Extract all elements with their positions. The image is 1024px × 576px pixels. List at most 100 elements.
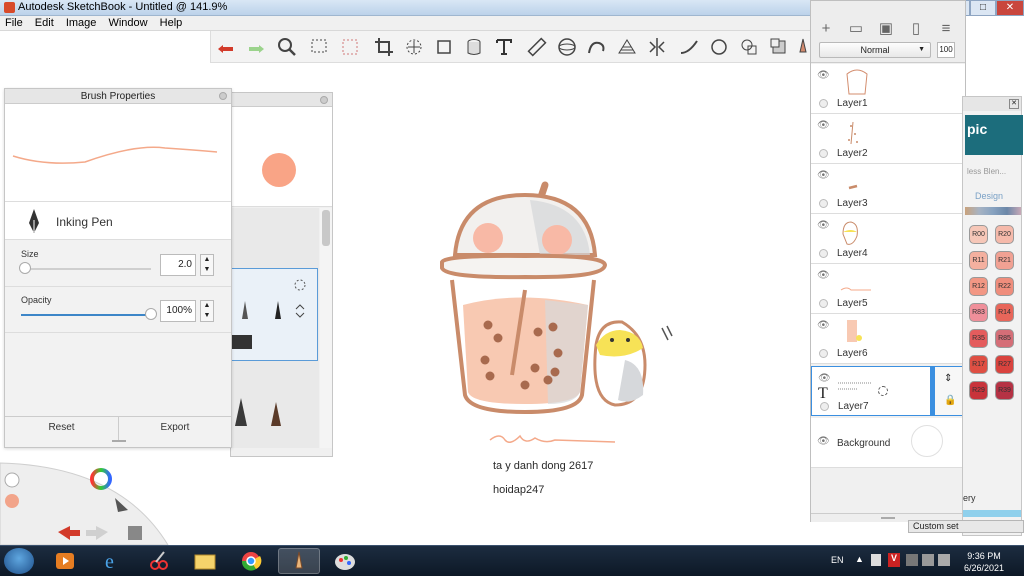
panel-close-dot[interactable] (219, 92, 227, 100)
eye-icon[interactable]: 👁 (817, 220, 830, 231)
menu-help[interactable]: Help (155, 16, 187, 29)
paint-icon[interactable] (324, 548, 366, 574)
zoom-icon[interactable] (275, 35, 299, 59)
opacity-spinner[interactable]: ▲ ▼ (200, 300, 214, 322)
eye-icon[interactable]: 👁 (818, 373, 831, 384)
copic-swatch-r85[interactable]: R85 (995, 329, 1014, 348)
menu-file[interactable]: File (0, 16, 27, 29)
layer-row[interactable]: 👁 Layer2 (811, 114, 965, 164)
copic-swatch-r11[interactable]: R11 (969, 251, 988, 270)
copic-swatch-r27[interactable]: R27 (995, 355, 1014, 374)
file-explorer-icon[interactable] (184, 548, 226, 574)
eye-icon[interactable]: 👁 (817, 320, 830, 331)
copic-swatch-r39[interactable]: R39 (995, 381, 1014, 400)
copic-swatch-r21[interactable]: R21 (995, 251, 1014, 270)
clipboard-icon[interactable] (871, 554, 881, 566)
volume-icon[interactable] (938, 554, 950, 566)
lock-toggle[interactable] (819, 199, 828, 208)
folder-icon[interactable]: ▭ (847, 21, 865, 37)
more-brushes[interactable] (231, 378, 319, 438)
image-layer-icon[interactable]: ▣ (877, 21, 895, 37)
copic-icon[interactable] (767, 35, 791, 59)
distort-icon[interactable] (402, 35, 426, 59)
maximize-button[interactable]: □ (970, 0, 996, 16)
french-curve-icon[interactable] (585, 35, 609, 59)
opacity-value-field[interactable]: 100% (160, 300, 196, 322)
lock-toggle[interactable] (819, 149, 828, 158)
undo-icon[interactable] (214, 35, 238, 59)
opacity-slider-track[interactable] (21, 314, 151, 316)
gallery-label[interactable]: ery (963, 493, 976, 503)
copic-swatch-r12[interactable]: R12 (969, 277, 988, 296)
copic-swatch-r00[interactable]: R00 (969, 225, 988, 244)
menu-icon[interactable]: ≡ (937, 21, 955, 37)
crop-icon[interactable] (372, 35, 396, 59)
menu-image[interactable]: Image (61, 16, 101, 29)
show-hidden-icons-icon[interactable]: ▲ (855, 554, 864, 564)
trash-icon[interactable]: ▯ (907, 21, 925, 37)
network-icon[interactable] (922, 554, 934, 566)
copic-swatch-r35[interactable]: R35 (969, 329, 988, 348)
internet-explorer-icon[interactable]: e (92, 548, 134, 574)
copic-swatch-r29[interactable]: R29 (969, 381, 988, 400)
layer-row-background[interactable]: 👁 Background (811, 418, 965, 468)
media-player-icon[interactable] (44, 548, 86, 574)
lock-toggle[interactable] (819, 299, 828, 308)
eye-icon[interactable]: 👁 (817, 70, 830, 81)
size-slider-track[interactable] (21, 268, 151, 270)
shape-icon[interactable] (707, 35, 731, 59)
layer-transform-icon[interactable] (878, 386, 888, 396)
copic-scroll-bar[interactable] (963, 510, 1021, 517)
lock-toggle[interactable] (819, 249, 828, 258)
fill-icon[interactable] (462, 35, 486, 59)
sketchbook-taskbar-icon[interactable] (278, 548, 320, 574)
size-spinner[interactable]: ▲ ▼ (200, 254, 214, 276)
add-layer-icon[interactable]: + (817, 21, 835, 37)
close-icon[interactable]: ✕ (1009, 99, 1019, 109)
lock-toggle[interactable] (820, 402, 829, 411)
copic-swatch-r14[interactable]: R14 (995, 303, 1014, 322)
redo-icon[interactable] (244, 35, 268, 59)
panel-close-dot[interactable] (320, 96, 328, 104)
custom-set-tab[interactable]: Custom set (908, 520, 1024, 533)
vivaldi-tray-icon[interactable]: V (888, 553, 900, 567)
selection-icon[interactable] (308, 35, 332, 59)
clock[interactable]: 9:36 PM 6/26/2021 (964, 550, 1004, 574)
selected-brush-set[interactable] (231, 268, 318, 361)
background-color-swatch[interactable] (911, 425, 943, 457)
eye-icon[interactable]: 👁 (817, 170, 830, 181)
size-value-field[interactable]: 2.0 (160, 254, 196, 276)
panel-resize-grip[interactable] (112, 440, 126, 442)
design-tab[interactable]: Design (975, 191, 1003, 201)
layer-row[interactable]: 👁 Layer4 (811, 214, 965, 264)
size-slider-knob[interactable] (18, 262, 31, 274)
lock-toggle[interactable] (819, 99, 828, 108)
move-layer-icon[interactable]: ⇕ (944, 373, 952, 384)
current-color-swatch[interactable] (262, 153, 296, 187)
reset-button[interactable]: Reset (5, 417, 118, 440)
brush-selector[interactable]: Inking Pen (5, 202, 231, 240)
snipping-tool-icon[interactable] (138, 548, 180, 574)
close-button[interactable]: ✕ (996, 0, 1024, 16)
chrome-icon[interactable] (230, 548, 272, 574)
start-button[interactable] (4, 548, 34, 574)
layer-row-selected[interactable]: 👁 T Layer7 ⇕ 🔒 (811, 366, 965, 416)
eye-icon[interactable]: 👁 (817, 120, 830, 131)
ruler-icon[interactable] (525, 35, 549, 59)
brush-library-scrollbar[interactable] (320, 208, 332, 448)
transform-icon[interactable] (432, 35, 456, 59)
copic-swatch-r20[interactable]: R20 (995, 225, 1014, 244)
menu-window[interactable]: Window (103, 16, 151, 29)
copic-swatch-r22[interactable]: R22 (995, 277, 1014, 296)
layer-opacity-field[interactable]: 100 (937, 42, 955, 58)
layer-row[interactable]: 👁 Layer6 (811, 314, 965, 364)
layer-row[interactable]: 👁 Layer5 (811, 264, 965, 314)
blend-mode-dropdown[interactable]: Normal ▼ (819, 42, 931, 58)
eye-icon[interactable]: 👁 (817, 436, 830, 447)
ellipse-guide-icon[interactable] (555, 35, 579, 59)
copic-swatch-r17[interactable]: R17 (969, 355, 988, 374)
lock-toggle[interactable] (819, 349, 828, 358)
scroll-thumb[interactable] (322, 210, 330, 246)
perspective-icon[interactable] (615, 35, 639, 59)
color-strip[interactable] (965, 207, 1021, 215)
